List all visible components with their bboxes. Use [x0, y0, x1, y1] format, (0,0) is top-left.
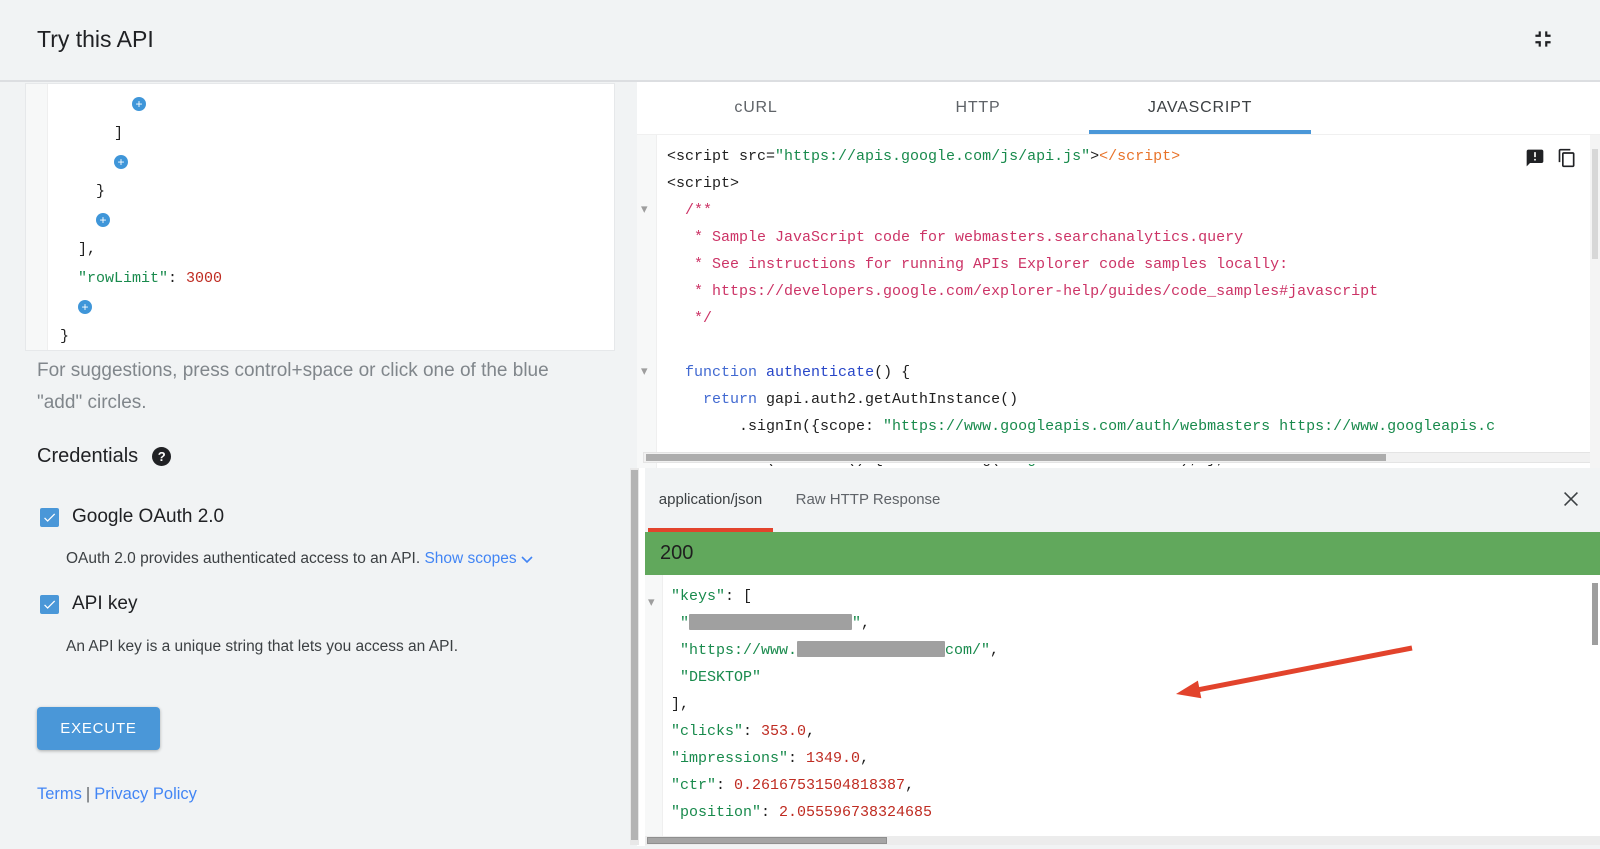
response-line: "ctr": 0.26167531504818387,	[671, 772, 1600, 799]
code-line: .signIn({scope: "https://www.googleapis.…	[667, 413, 1600, 440]
response-json: "keys": [ "", "https://www.com/", "DESKT…	[663, 575, 1600, 826]
page-title: Try this API	[37, 26, 154, 53]
response-left-scrollbar[interactable]	[630, 468, 639, 845]
editor-hint: For suggestions, press control+space or …	[37, 355, 597, 419]
copy-icon[interactable]	[1557, 148, 1577, 173]
code-line: /**	[667, 197, 1600, 224]
privacy-policy-link[interactable]: Privacy Policy	[94, 785, 197, 803]
code-line: * https://developers.google.com/explorer…	[667, 278, 1600, 305]
response-line: "DESKTOP"	[671, 664, 1600, 691]
response-line: ],	[671, 691, 1600, 718]
status-badge: 200	[645, 532, 1600, 575]
request-json-line: +	[60, 293, 614, 322]
add-circle-icon[interactable]: +	[78, 300, 92, 314]
response-line: "impressions": 1349.0,	[671, 745, 1600, 772]
execute-button[interactable]: EXECUTE	[37, 707, 160, 750]
help-icon[interactable]: ?	[152, 447, 171, 466]
credentials-heading: Credentials ?	[37, 445, 171, 468]
request-json-line: ],	[60, 235, 614, 264]
add-circle-icon[interactable]: +	[96, 213, 110, 227]
code-line	[667, 332, 1600, 359]
oauth-description: OAuth 2.0 provides authenticated access …	[66, 550, 533, 569]
request-json[interactable]: +] +} +],"rowLimit": 3000 +}	[48, 84, 614, 350]
apikey-label: API key	[72, 593, 137, 615]
fold-arrow-icon[interactable]: ▾	[641, 201, 648, 217]
redacted-text	[689, 614, 852, 630]
response-line: "position": 2.055596738324685	[671, 799, 1600, 826]
fold-arrow-icon[interactable]: ▾	[641, 363, 648, 379]
panel-header: Try this API	[0, 0, 1600, 82]
response-line: "clicks": 353.0,	[671, 718, 1600, 745]
request-json-line: }	[60, 322, 614, 350]
terms-link[interactable]: Terms	[37, 785, 82, 803]
request-json-line: "rowLimit": 3000	[60, 264, 614, 293]
tab-application-json[interactable]: application/json	[648, 468, 773, 532]
add-circle-icon[interactable]: +	[114, 155, 128, 169]
add-circle-icon[interactable]: +	[132, 97, 146, 111]
footer-links: Terms|Privacy Policy	[37, 785, 197, 804]
code-horizontal-scrollbar[interactable]	[643, 452, 1592, 463]
code-line: return gapi.auth2.getAuthInstance()	[667, 386, 1600, 413]
response-vertical-scrollbar[interactable]	[1592, 583, 1598, 645]
request-pane: +] +} +],"rowLimit": 3000 +} For suggestion…	[0, 82, 637, 849]
close-icon[interactable]	[1560, 488, 1582, 510]
code-line: */	[667, 305, 1600, 332]
request-body-editor[interactable]: +] +} +],"rowLimit": 3000 +}	[25, 83, 615, 351]
code-line: * Sample JavaScript code for webmasters.…	[667, 224, 1600, 251]
oauth-checkbox-row: Google OAuth 2.0	[40, 506, 224, 528]
response-overlay: application/json Raw HTTP Response 200 ▾…	[645, 468, 1600, 846]
response-line: "keys": [	[671, 583, 1600, 610]
apikey-checkbox[interactable]	[40, 595, 59, 614]
editor-gutter	[26, 84, 48, 350]
code-gutter: ▾ ▾	[637, 135, 657, 468]
request-json-line: +	[60, 206, 614, 235]
tab-javascript[interactable]: JAVASCRIPT	[1089, 82, 1311, 134]
tab-http[interactable]: HTTP	[867, 82, 1089, 134]
redacted-text	[797, 641, 945, 657]
code-sample-tabs: cURL HTTP JAVASCRIPT	[637, 82, 1600, 135]
apikey-description: An API key is a unique string that lets …	[66, 638, 458, 656]
apikey-checkbox-row: API key	[40, 593, 137, 615]
code-line: <script src="https://apis.google.com/js/…	[667, 143, 1600, 170]
javascript-code: <script src="https://apis.google.com/js/…	[657, 135, 1600, 440]
response-line: "",	[671, 610, 1600, 637]
code-line: <script>	[667, 170, 1600, 197]
feedback-icon[interactable]	[1525, 148, 1545, 173]
tab-curl[interactable]: cURL	[645, 82, 867, 134]
response-line: "https://www.com/",	[671, 637, 1600, 664]
show-scopes-link[interactable]: Show scopes	[424, 550, 532, 567]
chevron-down-icon	[521, 551, 533, 569]
response-body[interactable]: ▾ "keys": [ "", "https://www.com/", "DES…	[645, 575, 1600, 836]
code-sample-panel[interactable]: ▾ ▾ <script src="https://apis.google.com…	[637, 135, 1600, 468]
request-json-line: }	[60, 177, 614, 206]
code-line: * See instructions for running APIs Expl…	[667, 251, 1600, 278]
code-line: function authenticate() {	[667, 359, 1600, 386]
fold-arrow-icon[interactable]: ▾	[648, 594, 655, 610]
request-json-line: ]	[60, 119, 614, 148]
tab-raw-http-response[interactable]: Raw HTTP Response	[783, 468, 953, 532]
request-json-line: +	[60, 90, 614, 119]
request-json-line: +	[60, 148, 614, 177]
response-tabs: application/json Raw HTTP Response	[645, 468, 1600, 532]
code-vertical-scrollbar[interactable]	[1590, 135, 1600, 468]
oauth-label: Google OAuth 2.0	[72, 506, 224, 528]
fullscreen-exit-icon[interactable]	[1530, 26, 1556, 52]
response-gutter: ▾	[645, 575, 663, 836]
response-horizontal-scrollbar[interactable]	[645, 836, 1600, 845]
oauth-checkbox[interactable]	[40, 508, 59, 527]
